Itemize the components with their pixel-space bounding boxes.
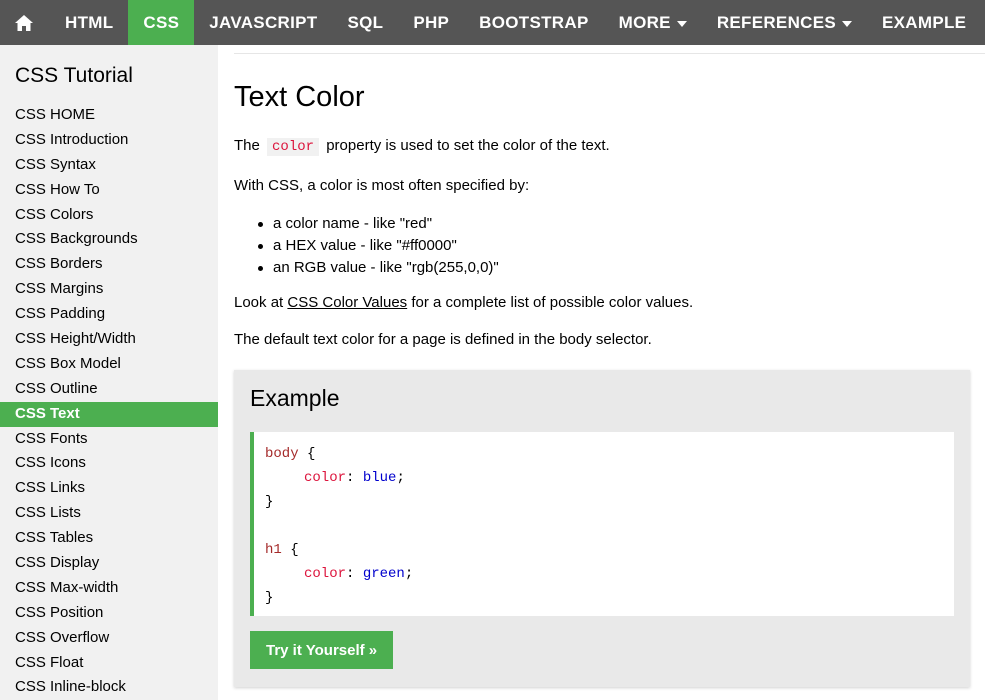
page-title: Text Color <box>234 81 365 113</box>
sidebar-item-css-padding[interactable]: CSS Padding <box>0 302 218 327</box>
sidebar-item-css-lists[interactable]: CSS Lists <box>0 501 218 526</box>
css-color-values-link[interactable]: CSS Color Values <box>287 294 407 311</box>
sidebar-item-css-position[interactable]: CSS Position <box>0 601 218 626</box>
caret-down-icon <box>676 20 687 27</box>
code-property: color <box>304 470 347 486</box>
sidebar-item-css-outline[interactable]: CSS Outline <box>0 377 218 402</box>
example-title: Example <box>250 385 340 411</box>
paragraph-text: for a complete list of possible color va… <box>411 294 694 311</box>
nav-item-label: BOOTSTRAP <box>479 12 589 32</box>
try-it-yourself-button[interactable]: Try it Yourself » <box>250 631 394 669</box>
code-selector: body <box>265 446 299 462</box>
list-item: a HEX value - like "#ff0000" <box>258 235 499 257</box>
code-line: color: blue; <box>265 466 954 490</box>
sidebar-item-css-inline-block[interactable]: CSS Inline-block <box>0 675 218 700</box>
nav-item-html[interactable]: HTML <box>50 0 128 45</box>
nav-item-examples[interactable]: EXAMPLE <box>867 0 981 45</box>
nav-item-php[interactable]: PHP <box>398 0 464 45</box>
nav-item-label: PHP <box>413 12 450 32</box>
code-brace: } <box>265 494 274 510</box>
divider <box>234 53 985 54</box>
code-property: color <box>304 566 347 582</box>
paragraph-default-color: The default text color for a page is def… <box>234 331 652 348</box>
example-panel: Example body { color: blue; } h1 { color… <box>234 370 970 687</box>
code-semicolon: ; <box>404 566 414 582</box>
caret-down-icon <box>842 20 852 27</box>
list-item: an RGB value - like "rgb(255,0,0)" <box>258 257 499 279</box>
code-brace: } <box>265 590 274 606</box>
sidebar-item-css-overflow[interactable]: CSS Overflow <box>0 626 218 651</box>
sidebar: CSS Tutorial CSS HOME CSS Introduction C… <box>0 45 218 700</box>
code-value: blue <box>362 470 397 486</box>
sidebar-item-css-text[interactable]: CSS Text <box>0 401 218 427</box>
code-line: color: green; <box>265 562 954 586</box>
list-item: a color name - like "red" <box>258 213 499 235</box>
sidebar-item-css-box-model[interactable]: CSS Box Model <box>0 352 218 377</box>
nav-item-sql[interactable]: SQL <box>332 0 398 45</box>
sidebar-item-css-fonts[interactable]: CSS Fonts <box>0 427 218 452</box>
code-colon: : <box>346 470 355 486</box>
code-line: } <box>265 586 954 610</box>
sidebar-item-css-colors[interactable]: CSS Colors <box>0 203 218 228</box>
code-colon: : <box>346 566 355 582</box>
paragraph-text: The <box>234 137 260 154</box>
sidebar-item-css-height-width[interactable]: CSS Height/Width <box>0 327 218 352</box>
nav-item-label: CSS <box>143 12 180 32</box>
home-icon <box>15 14 33 31</box>
sidebar-item-css-backgrounds[interactable]: CSS Backgrounds <box>0 227 218 252</box>
nav-item-label: HTML <box>65 12 114 32</box>
paragraph-text: property is used to set the color of the… <box>326 137 610 154</box>
sidebar-item-css-links[interactable]: CSS Links <box>0 476 218 501</box>
nav-item-references[interactable]: REFERENCES <box>702 0 867 45</box>
sidebar-item-css-display[interactable]: CSS Display <box>0 551 218 576</box>
sidebar-item-css-max-width[interactable]: CSS Max-width <box>0 576 218 601</box>
code-selector: h1 <box>265 542 282 558</box>
paragraph-text: Look at <box>234 294 284 311</box>
code-brace: { <box>290 542 299 558</box>
nav-item-more[interactable]: MORE <box>604 0 702 45</box>
paragraph-color-values: Look at CSS Color Values for a complete … <box>234 294 693 311</box>
nav-item-label: REFERENCES <box>716 12 836 32</box>
nav-item-css[interactable]: CSS <box>128 0 195 45</box>
sidebar-item-css-float[interactable]: CSS Float <box>0 651 218 676</box>
nav-home-button[interactable] <box>0 0 50 45</box>
sidebar-item-css-margins[interactable]: CSS Margins <box>0 277 218 302</box>
code-semicolon: ; <box>396 470 405 486</box>
inline-code: color <box>267 138 320 156</box>
sidebar-item-css-borders[interactable]: CSS Borders <box>0 252 218 277</box>
code-line: h1 { <box>265 538 954 562</box>
sidebar-item-css-introduction[interactable]: CSS Introduction <box>0 128 218 153</box>
nav-item-label: JAVASCRIPT <box>209 12 318 32</box>
code-brace: { <box>307 446 316 462</box>
top-navigation-bar: HTML CSS JAVASCRIPT SQL PHP BOOTSTRAP MO… <box>0 0 985 45</box>
paragraph-color-specified: With CSS, a color is most often specifie… <box>234 177 530 194</box>
nav-item-label: EXAMPLE <box>882 12 967 32</box>
sidebar-item-css-syntax[interactable]: CSS Syntax <box>0 153 218 178</box>
sidebar-item-css-home[interactable]: CSS HOME <box>0 103 218 128</box>
code-line: body { <box>265 442 954 466</box>
sidebar-item-css-how-to[interactable]: CSS How To <box>0 178 218 203</box>
color-format-list: a color name - like "red" a HEX value - … <box>258 213 499 279</box>
sidebar-title: CSS Tutorial <box>15 64 133 87</box>
code-value: green <box>362 566 405 582</box>
paragraph-color-property: The color property is used to set the co… <box>234 137 610 156</box>
sidebar-item-css-icons[interactable]: CSS Icons <box>0 451 218 476</box>
code-line: } <box>265 490 954 514</box>
sidebar-item-css-tables[interactable]: CSS Tables <box>0 526 218 551</box>
nav-item-label: MORE <box>618 12 671 32</box>
nav-item-label: SQL <box>347 12 384 32</box>
nav-item-bootstrap[interactable]: BOOTSTRAP <box>464 0 603 45</box>
code-example: body { color: blue; } h1 { color: green;… <box>250 432 954 616</box>
nav-item-javascript[interactable]: JAVASCRIPT <box>194 0 332 45</box>
main-content: Text Color The color property is used to… <box>218 45 985 700</box>
